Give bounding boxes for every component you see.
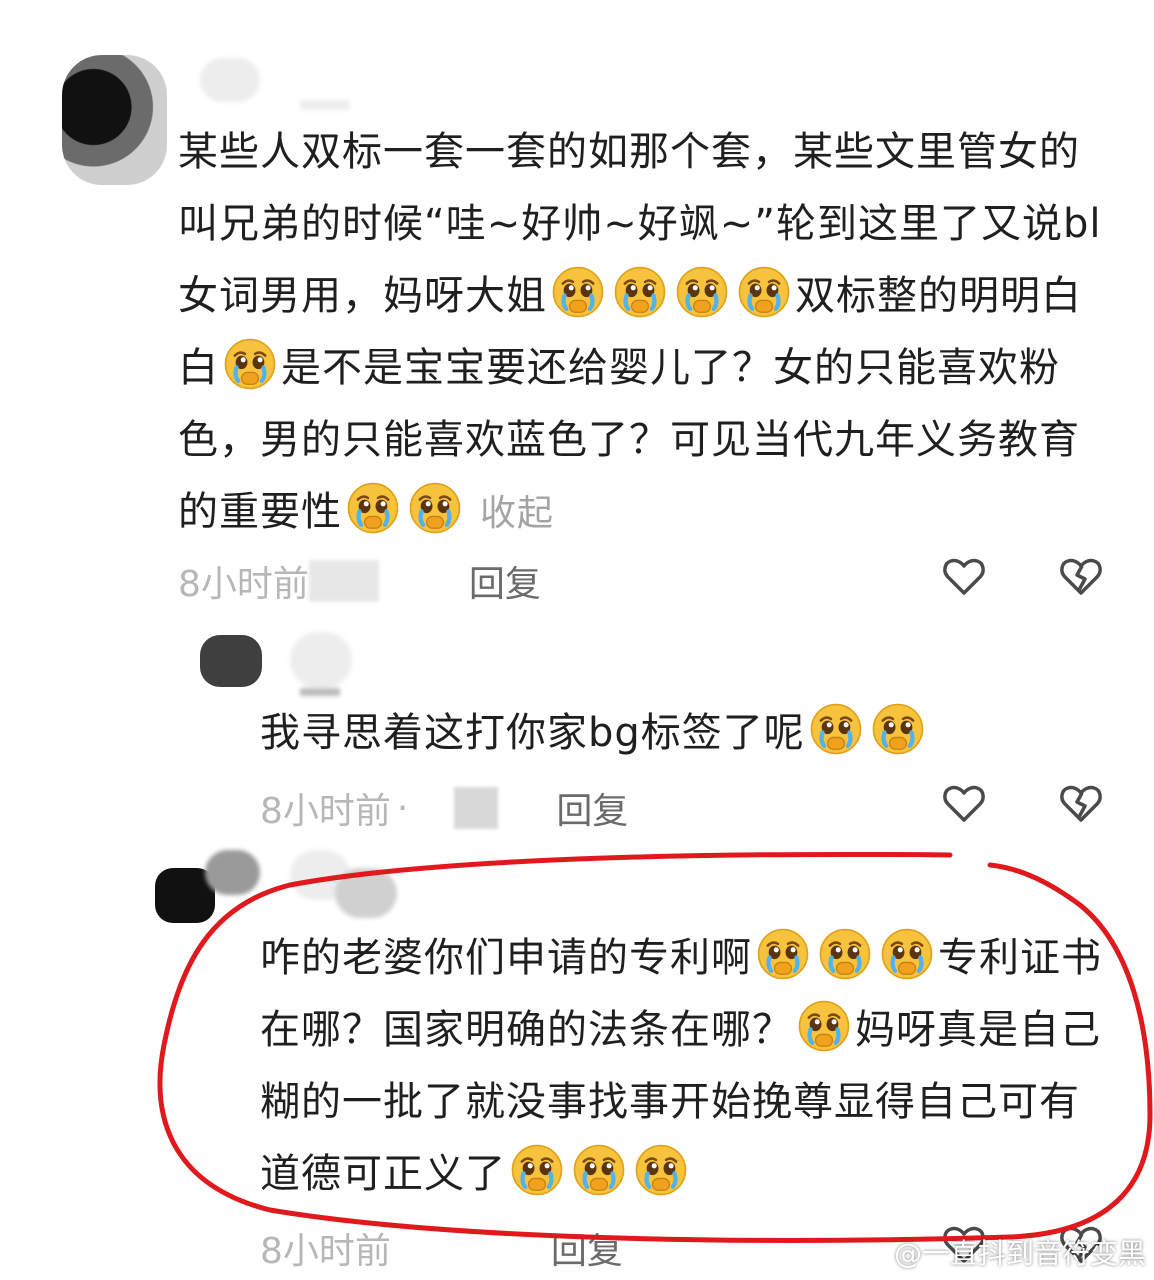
crying-face-emoji [797,999,851,1053]
comment-text-part: 我寻思着这打你家bg标签了呢 [260,710,805,756]
watermark: @一直抖到音符变黑 [893,1237,1146,1270]
crying-face-emoji [737,265,791,319]
timestamp: 8小时前 [260,1231,391,1272]
timestamp: 8小时前 [178,564,309,605]
reply-button[interactable]: 回复 [551,1222,623,1274]
username-tail [335,868,397,918]
heart-outline-icon[interactable] [940,779,988,827]
crying-face-emoji [880,927,934,981]
crying-face-emoji [223,337,277,391]
separator-dot: · [396,787,409,829]
broken-heart-icon[interactable] [1057,552,1105,600]
comment-text-part: 咋的老婆你们申请的专利啊 [260,935,752,981]
comment-text: 我寻思着这打你家bg标签了呢 [260,697,1140,769]
crying-face-emoji [809,702,863,756]
comment-meta: 8小时前 回复 [178,555,541,607]
crying-face-emoji [634,1143,688,1197]
comment-text-part: 是不是宝宝要还给婴儿了？女的只能喜欢粉色，男的只能喜欢蓝色了？可见当代九年义务教… [178,345,1080,535]
avatar[interactable] [62,55,167,185]
username-tail [300,688,340,696]
collapse-link[interactable]: 收起 [480,493,554,534]
reply-button[interactable]: 回复 [556,782,628,834]
crying-face-emoji [510,1143,564,1197]
crying-face-emoji [408,481,462,535]
crying-face-emoji [346,481,400,535]
comment-text: 某些人双标一套一套的如那个套，某些文里管女的叫兄弟的时候“哇~好帅~好飒~”轮到… [178,116,1108,550]
heart-outline-icon[interactable] [940,552,988,600]
crying-face-emoji [551,265,605,319]
ip-location-mask [308,560,379,602]
comment-meta: 8小时前 · 回复 [260,782,628,834]
comment-meta: 8小时前 回复 [260,1222,623,1274]
crying-face-emoji [756,927,810,981]
broken-heart-icon[interactable] [1057,779,1105,827]
comment-text: 咋的老婆你们申请的专利啊 专利证书在哪？国家明确的法条在哪？ 妈呀真是自己糊的一批了… [260,922,1120,1210]
crying-face-emoji [818,927,872,981]
avatar-blur-extra [205,850,260,895]
reply-button[interactable]: 回复 [469,555,541,607]
crying-face-emoji [613,265,667,319]
username[interactable] [200,58,260,102]
avatar[interactable] [200,635,262,687]
username[interactable] [290,632,352,688]
crying-face-emoji [675,265,729,319]
ip-location-mask [454,787,499,829]
username-tail [300,100,350,110]
crying-face-emoji [871,702,925,756]
timestamp: 8小时前 [260,791,391,832]
crying-face-emoji [572,1143,626,1197]
